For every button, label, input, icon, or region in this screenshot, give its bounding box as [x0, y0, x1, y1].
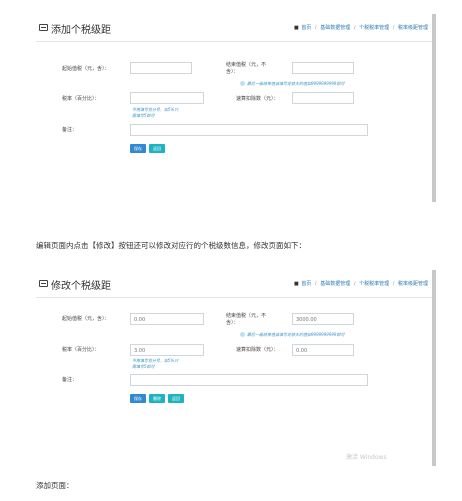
remark-label: 备注： [62, 377, 78, 383]
form-icon [39, 24, 48, 31]
end-value-input[interactable]: 3000.00 [292, 313, 354, 325]
breadcrumb-basic-data[interactable]: 基础数据管理 [320, 25, 350, 31]
rate-label: 税率（百分比）： [62, 96, 100, 102]
end-value-hint: 最后一级结束值请填写足够大的值如9999999999即可 [240, 81, 344, 87]
deduction-input[interactable] [292, 92, 354, 104]
rate-hint: 不用填写百分号，如5%只需填写5即可 [132, 358, 179, 369]
end-value-input[interactable] [292, 62, 354, 74]
add-page-header: 添加个税级距 ■ 首页 / 基础数据管理 / 个税税率管理 / 税率级距管理 [36, 14, 432, 42]
delete-button[interactable]: 删除 [149, 394, 165, 403]
remark-input[interactable] [130, 374, 368, 386]
back-button[interactable]: 返回 [149, 144, 165, 153]
save-button[interactable]: 保存 [130, 144, 146, 153]
end-value-label: 结束值税（元，不含）： [226, 313, 267, 326]
edit-page-screenshot: 修改个税级距 ■ 首页 / 基础数据管理 / 个税税率管理 / 税率级距管理 起… [36, 270, 436, 466]
breadcrumb: ■ 首页 / 基础数据管理 / 个税税率管理 / 税率级距管理 [293, 25, 428, 31]
start-value-input[interactable]: 0.00 [130, 313, 204, 325]
start-value-input[interactable] [130, 62, 192, 74]
start-value-label: 起始值税（元，含）： [62, 66, 110, 72]
rate-input[interactable] [130, 92, 204, 104]
breadcrumb-tax-bracket[interactable]: 税率级距管理 [398, 281, 428, 287]
info-icon [240, 81, 245, 86]
rate-label: 税率（百分比）： [62, 347, 100, 353]
back-button[interactable]: 返回 [168, 394, 184, 403]
breadcrumb-home[interactable]: 首页 [301, 25, 311, 31]
breadcrumb-tax-rate[interactable]: 个税税率管理 [359, 25, 389, 31]
add-page-screenshot: 添加个税级距 ■ 首页 / 基础数据管理 / 个税税率管理 / 税率级距管理 起… [36, 14, 436, 202]
home-icon: ■ [293, 281, 299, 287]
deduction-label: 速算扣除数（元）： [236, 96, 279, 102]
deduction-input[interactable]: 0.00 [292, 344, 354, 356]
breadcrumb: ■ 首页 / 基础数据管理 / 个税税率管理 / 税率级距管理 [293, 281, 428, 287]
deduction-label: 速算扣除数（元）： [236, 347, 279, 353]
save-button[interactable]: 保存 [130, 394, 146, 403]
page-title: 添加个税级距 [51, 25, 111, 36]
windows-watermark: 激活 Windows [346, 454, 387, 461]
page-title: 修改个税级距 [51, 281, 111, 292]
breadcrumb-tax-rate[interactable]: 个税税率管理 [359, 281, 389, 287]
rate-input[interactable]: 3.00 [130, 344, 204, 356]
breadcrumb-basic-data[interactable]: 基础数据管理 [320, 281, 350, 287]
start-value-label: 起始值税（元，含）： [62, 316, 110, 322]
home-icon: ■ [293, 25, 299, 31]
paragraph-add-page: 添加页面： [36, 481, 74, 490]
remark-label: 备注： [62, 127, 78, 133]
form-icon [39, 280, 48, 287]
end-value-hint: 最后一级结束值请填写足够大的值如9999999999即可 [240, 332, 344, 338]
info-icon [240, 332, 245, 337]
paragraph-edit-intro: 编辑页面内点击【修改】按钮还可以修改对应行的个税级数信息，修改页面如下： [36, 241, 306, 250]
breadcrumb-home[interactable]: 首页 [301, 281, 311, 287]
remark-input[interactable] [130, 124, 368, 136]
edit-page-header: 修改个税级距 ■ 首页 / 基础数据管理 / 个税税率管理 / 税率级距管理 [36, 270, 432, 298]
end-value-label: 结束值税（元，不含）： [226, 62, 267, 75]
rate-hint: 不用填写百分号，如5%只需填写5即可 [132, 107, 179, 118]
breadcrumb-tax-bracket[interactable]: 税率级距管理 [398, 25, 428, 31]
